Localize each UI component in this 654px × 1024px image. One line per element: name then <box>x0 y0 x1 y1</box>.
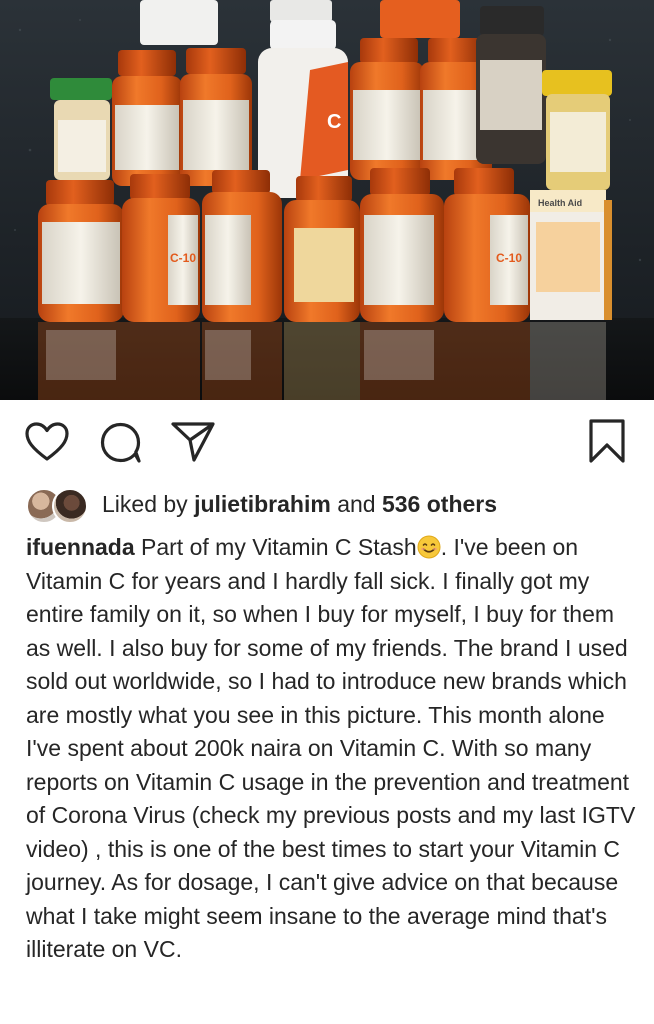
caption-text-start: Part of my Vitamin C Stash <box>134 534 417 560</box>
vitamin-bottles-image: C C-10 C-10 Health Aid <box>0 0 654 400</box>
liker-avatars[interactable] <box>26 486 92 524</box>
likes-row: Liked by julietibrahim and 536 others <box>26 484 497 524</box>
comment-bubble-icon[interactable] <box>99 421 143 465</box>
svg-text:C: C <box>327 111 341 133</box>
avatar[interactable] <box>52 488 88 524</box>
likes-prefix: Liked by <box>102 490 195 517</box>
heart-icon[interactable] <box>24 421 70 463</box>
caption-username[interactable]: ifuennada <box>26 534 135 560</box>
svg-text:Health Aid: Health Aid <box>538 198 582 208</box>
likes-connector: and <box>330 490 382 517</box>
liker-username[interactable]: julietibrahim <box>194 491 331 517</box>
bookmark-icon[interactable] <box>587 418 627 464</box>
smiling-face-emoji-icon <box>417 535 441 559</box>
likes-others-count[interactable]: 536 others <box>382 491 497 517</box>
svg-text:C-10: C-10 <box>170 251 196 265</box>
caption-text-rest: . I've been on Vitamin C for years and I… <box>26 534 636 962</box>
post-photo[interactable]: C C-10 C-10 Health Aid <box>0 0 654 400</box>
svg-text:C-10: C-10 <box>496 251 522 265</box>
paper-plane-icon[interactable] <box>170 420 216 464</box>
likes-summary[interactable]: Liked by julietibrahim and 536 others <box>102 491 497 518</box>
post-action-bar <box>0 400 654 486</box>
post-caption: ifuennada Part of my Vitamin C Stash. I'… <box>26 531 636 967</box>
